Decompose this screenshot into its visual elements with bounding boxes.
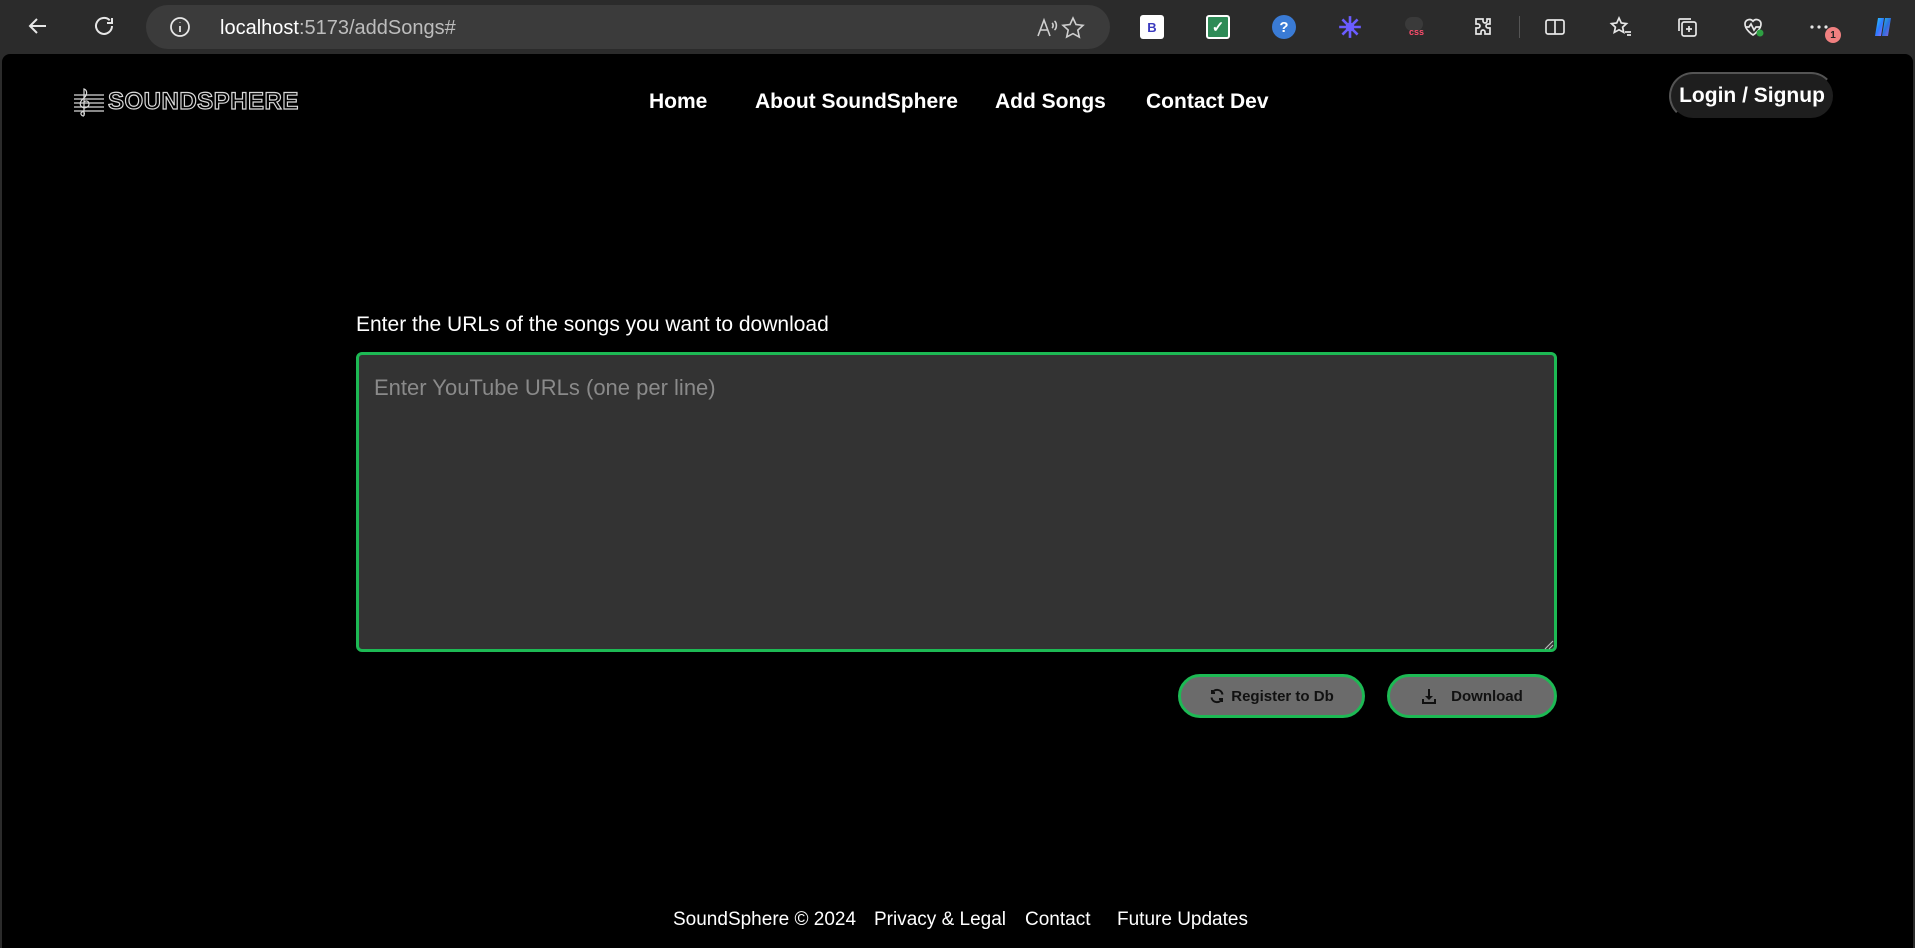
nav-about[interactable]: About SoundSphere xyxy=(755,84,958,120)
youtube-urls-textarea[interactable] xyxy=(356,352,1557,652)
register-to-db-button[interactable]: Register to Db xyxy=(1178,674,1365,718)
refresh-button[interactable] xyxy=(86,8,122,44)
back-button[interactable] xyxy=(20,8,56,44)
collections-icon xyxy=(1678,18,1697,37)
nav-add-songs[interactable]: Add Songs xyxy=(995,84,1106,120)
css-ext-icon[interactable]: css xyxy=(1402,13,1430,41)
footer-link-privacy[interactable]: Privacy & Legal xyxy=(874,909,1006,931)
nav-home[interactable]: Home xyxy=(649,84,707,120)
favorites-button[interactable] xyxy=(1603,9,1639,45)
extensions-button[interactable] xyxy=(1465,9,1501,45)
split-screen-button[interactable] xyxy=(1537,9,1573,45)
main-nav: Home About SoundSphere Add Songs Contact… xyxy=(2,84,1913,120)
read-aloud-icon[interactable] xyxy=(1034,15,1060,41)
download-icon xyxy=(1422,689,1437,704)
footer-link-contact[interactable]: Contact xyxy=(1025,909,1090,931)
address-bar[interactable]: localhost:5173/addSongs# xyxy=(146,5,1110,49)
arrow-left-icon xyxy=(28,18,46,34)
favorites-star-list-icon xyxy=(1609,15,1631,36)
sun-burst-icon[interactable] xyxy=(1336,13,1364,41)
settings-more-button[interactable]: 1 xyxy=(1801,9,1841,45)
footer-link-future-updates[interactable]: Future Updates xyxy=(1117,909,1248,931)
help-circle-icon[interactable]: ? xyxy=(1270,13,1298,41)
login-signup-button[interactable]: Login / Signup xyxy=(1669,72,1835,120)
sync-icon xyxy=(1210,688,1224,704)
download-label: Download xyxy=(1451,687,1523,705)
notification-badge: 1 xyxy=(1825,27,1841,43)
toolbar-separator xyxy=(1519,16,1520,38)
browser-essentials-button[interactable] xyxy=(1735,9,1771,45)
urls-label: Enter the URLs of the songs you want to … xyxy=(356,313,829,336)
collections-button[interactable] xyxy=(1669,9,1705,45)
url-text[interactable]: localhost:5173/addSongs# xyxy=(220,17,456,40)
register-label: Register to Db xyxy=(1231,687,1334,705)
puzzle-icon xyxy=(1475,18,1491,35)
page-viewport: SOUNDSPHERE Home About SoundSphere Add S… xyxy=(2,54,1913,948)
site-footer: SoundSphere © 2024 Privacy & Legal Conta… xyxy=(2,909,1913,933)
refresh-icon xyxy=(95,16,113,35)
split-screen-icon xyxy=(1545,19,1565,35)
download-button[interactable]: Download xyxy=(1387,674,1557,718)
browser-toolbar: localhost:5173/addSongs# B ✓ ? css 1 xyxy=(0,0,1915,54)
favorite-star-icon[interactable] xyxy=(1060,15,1086,41)
heart-pulse-icon xyxy=(1744,18,1764,37)
copilot-button[interactable] xyxy=(1865,9,1901,45)
info-icon[interactable] xyxy=(168,15,192,39)
bootstrap-ext-icon[interactable]: B xyxy=(1138,13,1166,41)
todo-check-icon[interactable]: ✓ xyxy=(1204,13,1232,41)
badge-count: 1 xyxy=(1830,29,1836,41)
footer-copyright: SoundSphere © 2024 xyxy=(673,909,857,930)
resize-grip-icon[interactable] xyxy=(1542,638,1554,650)
nav-contact-dev[interactable]: Contact Dev xyxy=(1146,84,1269,120)
copilot-icon xyxy=(1875,18,1891,36)
